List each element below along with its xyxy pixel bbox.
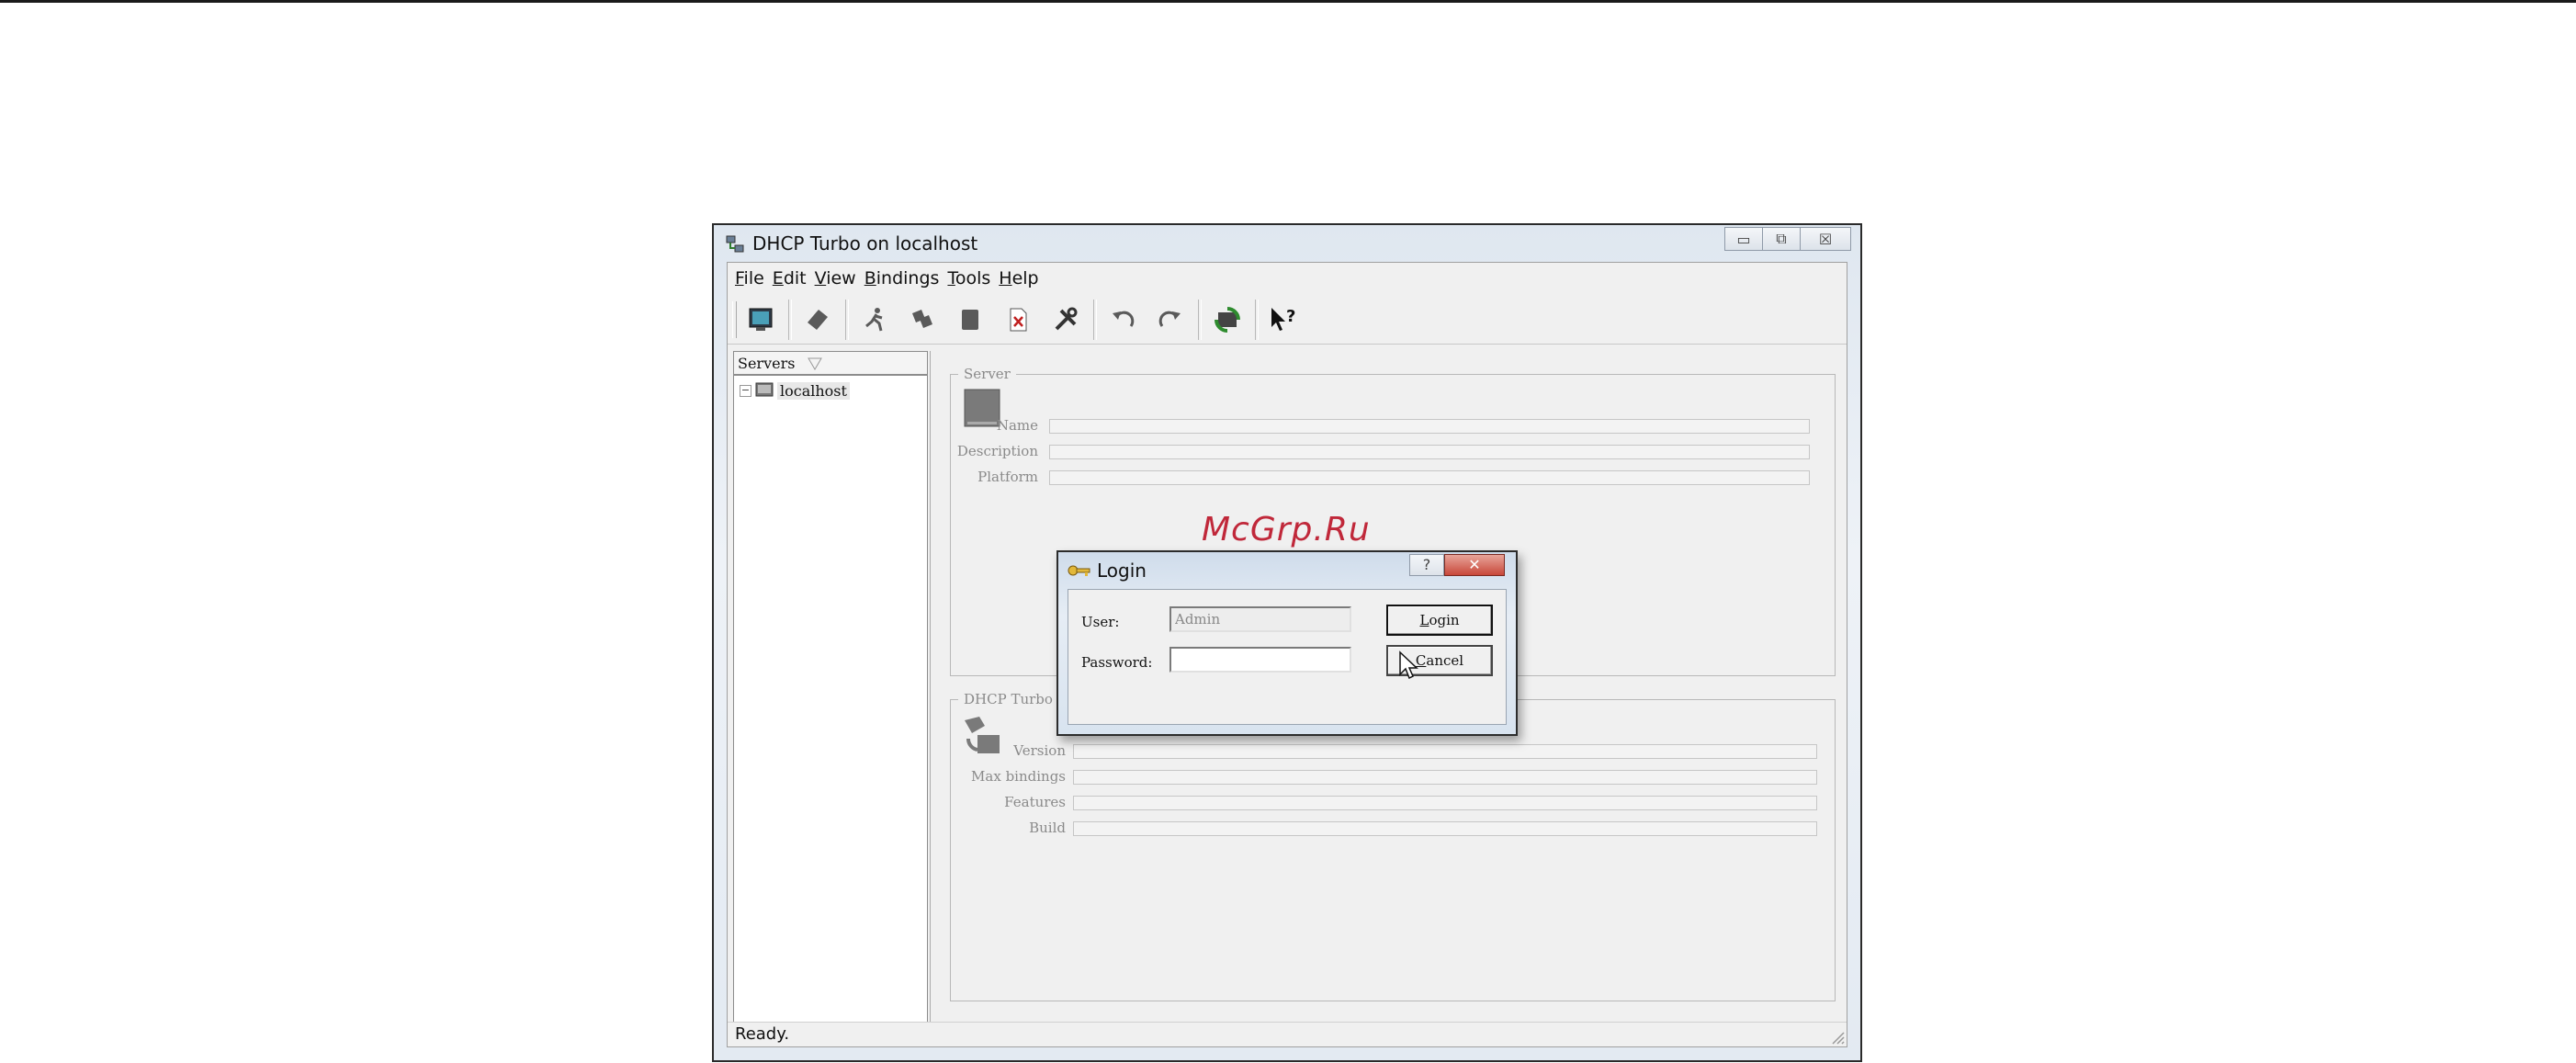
status-bar: Ready.: [728, 1022, 1847, 1046]
password-field[interactable]: [1169, 647, 1351, 673]
login-mnemonic: L: [1419, 612, 1429, 628]
mouse-pointer-icon: [1399, 650, 1418, 680]
menu-file[interactable]: File: [735, 268, 764, 288]
tree-node-label: localhost: [777, 381, 850, 400]
window-title: DHCP Turbo on localhost: [752, 232, 978, 254]
undo-icon: [1113, 311, 1135, 327]
toolbar-separator: [1255, 300, 1259, 340]
server-platform-label: Platform: [977, 469, 1038, 485]
dhcp-build-field: [1073, 821, 1817, 836]
close-icon: ✕: [1468, 556, 1481, 573]
tools-icon: [1055, 307, 1078, 331]
resize-grip-icon[interactable]: [1828, 1028, 1845, 1045]
login-dialog-title: Login: [1097, 560, 1147, 582]
restore-button[interactable]: ⧉: [1762, 227, 1801, 251]
pane-splitter[interactable]: [930, 351, 936, 1023]
collapse-icon[interactable]: −: [740, 384, 751, 397]
login-button[interactable]: Login: [1386, 605, 1493, 636]
toolbar-delete-button[interactable]: [996, 300, 1040, 340]
servers-header-label: Servers: [738, 355, 796, 372]
dhcp-features-field: [1073, 796, 1817, 810]
network-app-icon: [726, 235, 744, 253]
login-form: User: Password: Login Cancel: [1068, 589, 1507, 725]
toolbar-paste-button[interactable]: [948, 300, 992, 340]
menu-help[interactable]: Help: [999, 268, 1038, 288]
dhcp-version-label: Version: [1013, 742, 1066, 759]
toolbar-run-button[interactable]: [853, 300, 897, 340]
tree-node-localhost[interactable]: − localhost: [740, 379, 850, 401]
dhcp-features-label: Features: [1004, 794, 1066, 810]
password-label: Password:: [1081, 654, 1153, 671]
close-button[interactable]: ☒: [1800, 227, 1851, 251]
toolbar-refresh-button[interactable]: [1205, 300, 1249, 340]
dialog-help-button[interactable]: ?: [1409, 554, 1444, 576]
server-platform-field: [1049, 470, 1810, 485]
login-button-label: ogin: [1429, 612, 1460, 628]
status-text: Ready.: [735, 1024, 790, 1044]
refresh-icon: [1215, 307, 1240, 333]
cancel-button-label: ancel: [1426, 652, 1464, 669]
caption-buttons: ▭ ⧉ ☒: [1724, 227, 1851, 251]
toolbar-redo-button[interactable]: [1148, 300, 1192, 340]
eraser-icon: [808, 310, 828, 330]
redo-icon: [1158, 311, 1181, 327]
minimize-button[interactable]: ▭: [1724, 227, 1763, 251]
delete-doc-icon: [1010, 308, 1027, 332]
svg-text:?: ?: [1286, 307, 1295, 326]
login-dialog: Login ? ✕ User: Password: Login Cancel: [1056, 550, 1518, 736]
context-help-icon: ?: [1271, 307, 1295, 331]
minimize-icon: ▭: [1736, 230, 1751, 248]
servers-column-header[interactable]: Servers: [734, 352, 927, 376]
run-icon: [865, 308, 883, 332]
server-description-label: Description: [956, 443, 1038, 459]
dhcp-turbo-group: DHCP Turbo: [950, 691, 1836, 1001]
menu-tools[interactable]: Tools: [947, 268, 990, 288]
toolbar-separator: [788, 300, 792, 340]
user-label: User:: [1081, 614, 1120, 630]
restore-icon: ⧉: [1776, 230, 1787, 247]
toolbar-context-help-button[interactable]: ?: [1262, 300, 1306, 340]
dhcp-max-bindings-field: [1073, 770, 1817, 785]
menu-bindings[interactable]: Bindings: [864, 268, 940, 288]
paste-icon: [962, 310, 978, 330]
close-icon: ☒: [1818, 230, 1833, 248]
toolbar-tools-button[interactable]: [1044, 300, 1088, 340]
sort-triangle-icon: [808, 357, 822, 370]
server-name-field: [1049, 419, 1810, 434]
monitor-icon: [749, 308, 773, 331]
menu-view[interactable]: View: [815, 268, 856, 288]
menu-edit[interactable]: Edit: [773, 268, 807, 288]
toolbar: ?: [728, 294, 1847, 345]
key-icon: [1068, 565, 1090, 576]
server-group-legend: Server: [964, 366, 1011, 382]
toolbar-eraser-button[interactable]: [796, 300, 840, 340]
menubar: File Edit View Bindings Tools Help: [728, 263, 1847, 295]
toolbar-monitor-button[interactable]: [739, 300, 783, 340]
user-field[interactable]: [1169, 606, 1351, 632]
top-rule: [0, 0, 2576, 3]
server-name-label: Name: [996, 417, 1038, 434]
titlebar[interactable]: DHCP Turbo on localhost ▭ ⧉ ☒: [714, 225, 1860, 262]
dhcp-turbo-group-legend: DHCP Turbo: [964, 691, 1053, 707]
toolbar-separator: [1093, 300, 1097, 340]
dialog-close-button[interactable]: ✕: [1444, 554, 1505, 576]
toolbar-separator: [845, 300, 849, 340]
dhcp-max-bindings-label: Max bindings: [971, 768, 1066, 785]
help-icon: ?: [1422, 556, 1431, 573]
copy-icon: [912, 310, 932, 328]
toolbar-undo-button[interactable]: [1101, 300, 1145, 340]
toolbar-grip[interactable]: [732, 301, 737, 338]
dhcp-build-label: Build: [1029, 820, 1066, 836]
toolbar-copy-button[interactable]: [900, 300, 944, 340]
toolbar-separator: [1198, 300, 1202, 340]
servers-tree[interactable]: Servers − localhost: [733, 351, 928, 1023]
server-icon: [755, 382, 774, 397]
server-description-field: [1049, 445, 1810, 459]
watermark-text: McGrp.Ru: [1202, 511, 1371, 548]
dhcp-version-field: [1073, 744, 1817, 759]
